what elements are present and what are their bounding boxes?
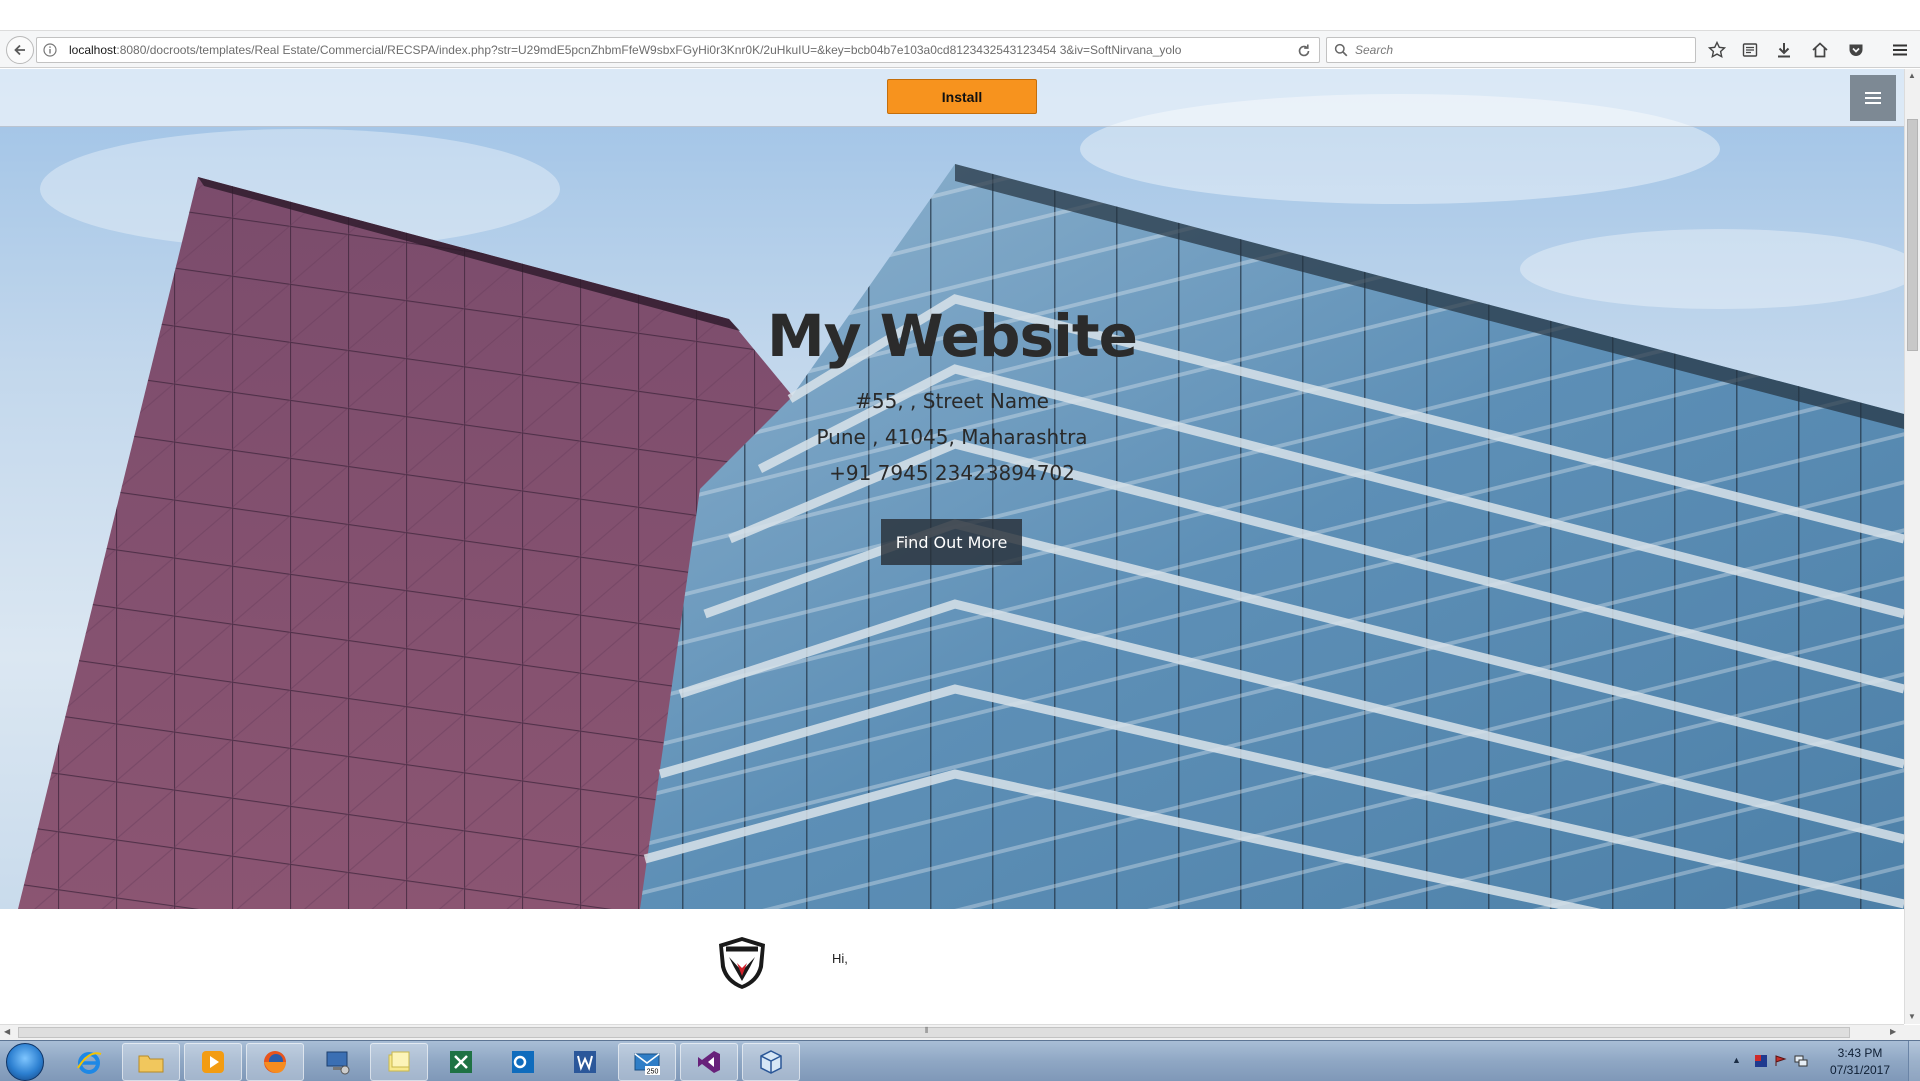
- word-icon: [574, 1051, 596, 1073]
- windows-taskbar: 250 ▲ 3:43 PM 07/31/2017: [0, 1040, 1920, 1081]
- crest-logo-icon: [719, 937, 765, 989]
- greeting-text: Hi,: [832, 951, 848, 966]
- horizontal-scroll-thumb[interactable]: [18, 1027, 1850, 1038]
- firefox-icon: [264, 1051, 286, 1073]
- phone-number: +91 7945 23423894702: [829, 461, 1075, 485]
- internet-explorer-icon: [77, 1052, 102, 1074]
- firefox-button[interactable]: [246, 1043, 304, 1081]
- scroll-left-arrow-icon[interactable]: ◀: [4, 1027, 10, 1036]
- search-placeholder: Search: [1355, 43, 1394, 57]
- sticky-notes-icon: [388, 1051, 410, 1072]
- clock-time[interactable]: 3:43 PM: [1815, 1046, 1905, 1060]
- bookmark-star-icon[interactable]: [1707, 40, 1727, 60]
- word-button[interactable]: [556, 1043, 614, 1081]
- search-icon: [1334, 43, 1348, 57]
- action-center-icon[interactable]: [1774, 1054, 1788, 1068]
- mail-badge-count: 250: [647, 1069, 659, 1076]
- reading-list-icon[interactable]: [1740, 40, 1760, 60]
- back-button[interactable]: [6, 36, 34, 64]
- scroll-up-arrow-icon[interactable]: ▲: [1908, 71, 1916, 80]
- desktop-screen: localhost:8080/docroots/templates/Real E…: [0, 0, 1920, 1081]
- vertical-scroll-thumb[interactable]: [1907, 119, 1918, 351]
- find-out-more-button[interactable]: Find Out More: [881, 519, 1022, 565]
- folder-icon: [138, 1055, 164, 1073]
- virtualbox-button[interactable]: [742, 1043, 800, 1081]
- search-input[interactable]: Search: [1326, 37, 1696, 63]
- computer-icon: [326, 1051, 350, 1075]
- virtualbox-icon: [760, 1050, 782, 1074]
- flag-icon[interactable]: [1754, 1054, 1768, 1068]
- pocket-icon[interactable]: [1846, 40, 1866, 60]
- content-section: Hi,: [0, 909, 1904, 1024]
- mail-icon: 250: [634, 1053, 660, 1076]
- page-viewport: Install My Website #55, , Street Name Pu…: [0, 69, 1904, 1024]
- outlook-icon: [512, 1051, 534, 1073]
- install-button[interactable]: Install: [887, 79, 1037, 114]
- url-text: localhost:8080/docroots/templates/Real E…: [69, 38, 1279, 62]
- download-icon[interactable]: [1774, 40, 1794, 60]
- hamburger-menu-icon[interactable]: [1890, 40, 1910, 60]
- excel-icon: [450, 1051, 472, 1073]
- horizontal-scrollbar[interactable]: ◀ ⦀ ▶: [0, 1024, 1920, 1041]
- show-hidden-icons-icon[interactable]: ▲: [1732, 1055, 1741, 1065]
- browser-tab-strip: [0, 0, 1920, 30]
- url-host: localhost: [69, 43, 117, 57]
- visual-studio-button[interactable]: [680, 1043, 738, 1081]
- media-player-button[interactable]: [184, 1043, 242, 1081]
- vertical-scrollbar[interactable]: ▲ ▼: [1904, 69, 1920, 1024]
- windows-explorer-button[interactable]: [122, 1043, 180, 1081]
- reload-icon[interactable]: [1295, 42, 1313, 60]
- address-line-2: Pune , 41045, Maharashtra: [816, 425, 1088, 449]
- back-arrow-icon: [14, 44, 25, 56]
- scroll-corner: [1904, 1025, 1920, 1041]
- hero-title: My Website: [767, 302, 1138, 370]
- media-player-icon: [202, 1051, 224, 1073]
- site-menu-button[interactable]: [1850, 75, 1896, 121]
- address-line-1: #55, , Street Name: [855, 389, 1049, 413]
- network-icon[interactable]: [1794, 1054, 1808, 1068]
- menu-icon: [1865, 97, 1881, 99]
- site-top-bar: Install: [0, 69, 1904, 127]
- sticky-notes-button[interactable]: [370, 1043, 428, 1081]
- internet-explorer-button[interactable]: [60, 1043, 118, 1081]
- outlook-button[interactable]: [494, 1043, 552, 1081]
- excel-button[interactable]: [432, 1043, 490, 1081]
- hero-building-image: [18, 94, 1904, 909]
- clock-date[interactable]: 07/31/2017: [1815, 1063, 1905, 1077]
- start-button[interactable]: [6, 1043, 44, 1081]
- scroll-grip-icon: ⦀: [925, 1026, 929, 1035]
- computer-button[interactable]: [308, 1043, 366, 1081]
- hero-section: Install My Website #55, , Street Name Pu…: [0, 69, 1904, 909]
- mail-button[interactable]: 250: [618, 1043, 676, 1081]
- browser-toolbar: localhost:8080/docroots/templates/Real E…: [0, 30, 1920, 68]
- scroll-down-arrow-icon[interactable]: ▼: [1908, 1012, 1916, 1021]
- home-icon[interactable]: [1810, 40, 1830, 60]
- scroll-right-arrow-icon[interactable]: ▶: [1890, 1027, 1896, 1036]
- site-info-icon[interactable]: [43, 43, 57, 57]
- visual-studio-icon: [698, 1051, 720, 1073]
- show-desktop-button[interactable]: [1908, 1041, 1920, 1081]
- url-path: :8080/docroots/templates/Real Estate/Com…: [116, 43, 1182, 57]
- url-bar[interactable]: localhost:8080/docroots/templates/Real E…: [36, 37, 1320, 63]
